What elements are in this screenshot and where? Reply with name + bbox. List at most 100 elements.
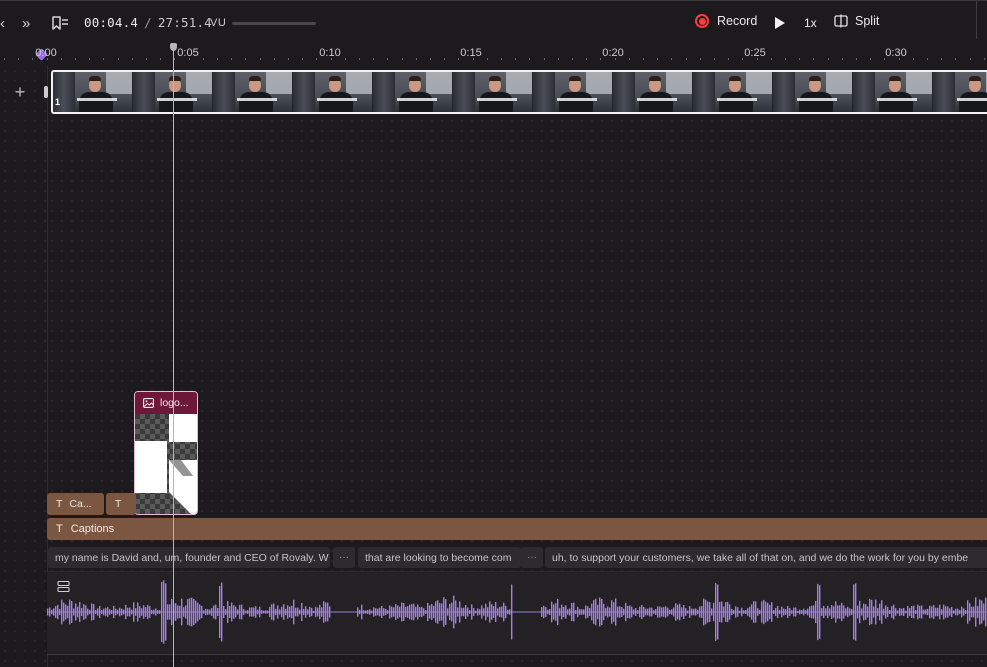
record-button[interactable]: Record (695, 14, 757, 28)
waveform-bar (445, 599, 447, 625)
waveform-bar (181, 598, 183, 626)
waveform-bar (555, 603, 557, 621)
waveform-bar (967, 600, 969, 624)
vu-meter (232, 22, 316, 25)
ruler-tick-label: 0:30 (885, 47, 907, 59)
waveform-bar (159, 610, 161, 614)
play-button[interactable] (774, 16, 786, 30)
ruler-tick-label: 0:00 (35, 47, 57, 59)
waveform-bar (543, 605, 545, 619)
playhead-handle[interactable] (170, 43, 177, 51)
ruler-minor-tick (387, 58, 388, 60)
waveform-bar (317, 607, 319, 617)
waveform-bar (415, 606, 417, 618)
waveform-bar (501, 606, 503, 618)
ruler-minor-tick (231, 58, 232, 60)
waveform-bar (957, 608, 959, 616)
waveform-bar (521, 611, 523, 613)
ruler-minor-tick (785, 58, 786, 60)
waveform-bar (567, 609, 569, 615)
waveform-bar (507, 609, 509, 615)
waveform-bar (425, 610, 427, 614)
waveform-bar (759, 609, 761, 615)
ruler-minor-tick (828, 58, 829, 60)
waveform-bar (641, 604, 643, 620)
waveform-bar (349, 611, 351, 613)
waveform-bar (325, 602, 327, 622)
track-gutter (0, 66, 47, 667)
waveform-bar (563, 606, 565, 618)
ruler-minor-tick (586, 58, 587, 60)
waveform-bar (329, 606, 331, 618)
waveform-bar (773, 610, 775, 614)
clip-trim-handle[interactable] (44, 86, 48, 98)
waveform-bar (919, 605, 921, 619)
waveform-bar (201, 605, 203, 619)
waveform-bar (873, 606, 875, 618)
waveform-bar (519, 611, 521, 613)
waveform-bar (477, 608, 479, 616)
waveform-bar (787, 605, 789, 619)
logo-image-clip[interactable]: logo... (134, 391, 198, 515)
waveform-bar (697, 609, 699, 615)
waveform-bar (463, 607, 465, 617)
transcript-gap[interactable]: ··· (521, 547, 543, 568)
waveform-bar (629, 605, 631, 619)
audio-waveform[interactable] (47, 575, 987, 649)
waveform-bar (589, 608, 591, 616)
expand-right-icon[interactable]: » (22, 14, 40, 32)
waveform-bar (323, 601, 325, 623)
waveform-bar (223, 606, 225, 618)
waveform-bar (613, 602, 615, 622)
waveform-bar (387, 610, 389, 614)
ruler-minor-tick (4, 58, 5, 60)
ruler-minor-tick (671, 58, 672, 60)
audio-track-icon[interactable] (57, 580, 70, 593)
captions-track[interactable]: T Captions (47, 518, 987, 540)
transcript-segment[interactable]: my name is David and, um, founder and CE… (48, 547, 330, 568)
waveform-bar (981, 600, 983, 624)
collapse-left-icon[interactable]: ‹ (0, 14, 12, 32)
video-clip[interactable] (51, 70, 987, 114)
transcript-segment[interactable]: uh, to support your customers, we take a… (545, 547, 987, 568)
ruler-minor-tick (686, 58, 687, 60)
waveform-bar (723, 606, 725, 618)
waveform-bar (771, 602, 773, 622)
logo-thumbnail (135, 414, 197, 514)
waveform-bar (299, 609, 301, 615)
waveform-bar (665, 606, 667, 618)
waveform-bar (815, 600, 817, 624)
waveform-bar (441, 603, 443, 621)
waveform-bar (423, 608, 425, 616)
ruler-minor-tick (61, 58, 62, 60)
transcript-segment[interactable]: that are looking to become com (358, 547, 521, 568)
waveform-bar (985, 597, 987, 627)
panel-divider (976, 1, 987, 39)
waveform-bar (891, 606, 893, 618)
time-ruler[interactable]: 0:00 0:05 0:10 0:15 0:20 0:25 0:30 (0, 44, 987, 66)
caption-chip[interactable]: T Ca... (47, 493, 104, 515)
waveform-bar (361, 604, 363, 620)
waveform-bar (451, 602, 453, 622)
waveform-bar (657, 606, 659, 618)
caption-chip[interactable]: T (106, 493, 136, 515)
waveform-bar (531, 611, 533, 613)
waveform-bar (59, 608, 61, 616)
waveform-bar (389, 605, 391, 619)
waveform-bar (419, 607, 421, 617)
chapters-icon[interactable] (51, 15, 69, 31)
ruler-minor-tick (18, 58, 19, 60)
waveform-bar (247, 610, 249, 614)
transcript-gap[interactable]: ··· (333, 547, 355, 568)
ruler-minor-tick (47, 58, 48, 60)
add-track-button[interactable]: + (11, 83, 29, 101)
waveform-bar (727, 601, 729, 623)
split-button[interactable]: Split (834, 14, 879, 28)
waveform-bar (871, 599, 873, 625)
ruler-minor-tick (558, 58, 559, 60)
playback-speed-button[interactable]: 1x (804, 16, 817, 30)
waveform-bar (935, 607, 937, 617)
waveform-bar (833, 606, 835, 618)
timeline-toolbar: ‹ » 00:04.4 / 27:51.4 VU Record 1x Split (0, 0, 987, 44)
waveform-bar (53, 608, 55, 616)
